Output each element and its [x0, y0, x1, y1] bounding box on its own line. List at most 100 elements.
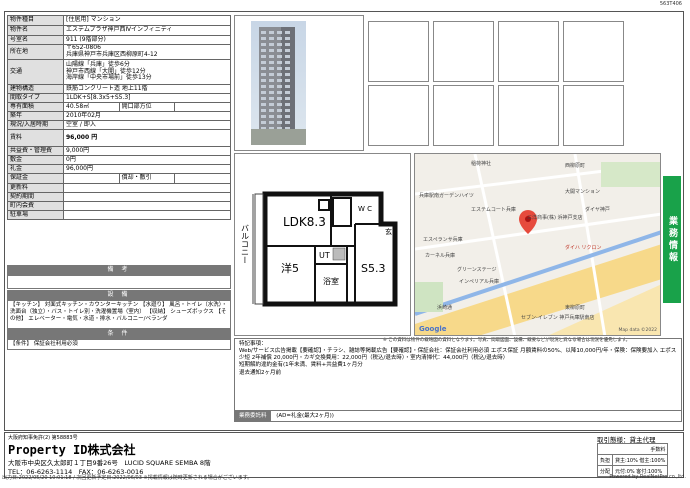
wc-label: W C	[358, 205, 372, 213]
row-label: 礼金	[7, 164, 64, 174]
storage-room-label: S5.3	[361, 262, 385, 275]
google-logo: Google	[419, 325, 447, 333]
agent-fee-label: 業務委託料	[235, 411, 271, 421]
row-value	[63, 192, 231, 202]
powered-by: Powered by RealNetPro co.,ltd.	[609, 474, 686, 480]
entrance-label: 玄	[385, 227, 392, 236]
building-image	[251, 27, 306, 145]
photo-thumbnail[interactable]	[433, 21, 494, 82]
row-value: 911 (9階部分)	[63, 35, 231, 45]
fee-table: 手数料 負担 貸主:10% 借主:100% 分配 元付:0% 客付:100%	[596, 443, 669, 477]
conditions-header: 条 件	[7, 329, 231, 339]
company-footer: 大阪府知事免許(2) 第58883号 Property ID株式会社 大阪市中央…	[4, 432, 684, 478]
row-label: 交通	[7, 59, 64, 85]
row-label: 更新料	[7, 183, 64, 193]
map-place-label: エスペランサ兵庫	[423, 237, 463, 243]
row-label: 号室名	[7, 35, 64, 45]
business-info-tab[interactable]: 業務情報	[663, 176, 681, 303]
row-value-2	[174, 102, 231, 112]
row-value: 0円	[63, 155, 231, 165]
photo-thumbnail[interactable]	[498, 21, 559, 82]
row-label: 保証金	[7, 173, 64, 184]
row-label: 共益費・管理費	[7, 146, 64, 156]
row-value: 9,000円	[63, 146, 231, 156]
utility-label: UT	[319, 251, 330, 260]
photo-thumbnail[interactable]	[433, 85, 494, 146]
row-label: 現況/入居時期	[7, 120, 64, 130]
document-code: 563T406	[659, 1, 682, 7]
property-row: 保証金 償却・敷引	[7, 173, 231, 184]
row-label: 築年	[7, 111, 64, 121]
map-place-label: インペリアル兵庫	[459, 279, 499, 285]
row-label: 建物構造	[7, 84, 64, 94]
agent-fee-value: (AD=礼金(最大2ヶ月))	[276, 413, 334, 419]
row-label: 敷金	[7, 155, 64, 165]
row-value: 〒652-0806 兵庫県神戸市兵庫区西柳原町4-12	[63, 44, 231, 60]
row-value-2	[174, 173, 231, 184]
property-row: 契約期間	[7, 192, 231, 202]
property-row: 物件種目 [住居用] マンション	[7, 15, 231, 26]
map-place-label: エステムコート兵庫	[471, 207, 516, 213]
property-row: 駐車場	[7, 210, 231, 220]
row-value	[63, 173, 120, 184]
property-row: 築年 2010年02月	[7, 111, 231, 121]
row-value: エステムプラザ神戸西Ⅳインフィニティ	[63, 25, 231, 36]
property-table: 物件種目 [住居用] マンション 物件名 エステムプラザ神戸西Ⅳインフィニティ 号室名 9…	[7, 15, 231, 220]
row-value: 空室 / 即入	[63, 120, 231, 130]
row-label: 間取タイプ	[7, 93, 64, 103]
flyer-sheet: 563T406 物件種目 [住居用] マンション 物件名 エステムプラザ神戸西Ⅳインフ…	[4, 1, 684, 478]
photo-thumbnail[interactable]	[498, 85, 559, 146]
property-row: 賃料 96,000 円	[7, 129, 231, 147]
balcony-label: バルコニー	[241, 224, 250, 264]
building-photo	[251, 21, 306, 145]
map-place-label: ダイヤ神戸	[585, 207, 610, 213]
row-value	[63, 201, 231, 211]
map-place-label: 浜崎通	[437, 305, 453, 311]
map-place-label: グリーンステージ	[457, 267, 497, 273]
row-label: 町内会費	[7, 201, 64, 211]
photo-thumbnail[interactable]	[563, 85, 624, 146]
property-row: 建物構造 鉄筋コンクリート造 地上11階	[7, 84, 231, 94]
remarks-panel: 特記事項： Web/サービス広告掲載【要確認】・チラシ、雑誌等掲載広告【要確認】・…	[234, 338, 682, 422]
map-place-label: 大開マンション	[565, 189, 601, 195]
map-place-label: 東柳原町	[565, 305, 586, 311]
row-label: 駐車場	[7, 210, 64, 220]
row-label: 賃料	[7, 129, 64, 147]
photo-thumbnail[interactable]	[368, 85, 429, 146]
photo-thumbnail[interactable]	[368, 21, 429, 82]
row-value: 96,000円	[63, 164, 231, 174]
row-label: 契約期間	[7, 192, 64, 202]
row-value: 鉄筋コンクリート造 地上11階	[63, 84, 231, 94]
row-value	[63, 183, 231, 193]
ldk-label: LDK8.3	[283, 215, 326, 229]
license-number: 大阪府知事免許(2) 第58883号	[8, 435, 78, 441]
map-place-label: 稲荷神社	[471, 161, 492, 167]
map-place-label: 兵庫駅南ガーデンハイツ	[419, 193, 474, 199]
map-credit: Map data ©2022	[618, 328, 657, 333]
photo-thumbnail[interactable]	[563, 21, 624, 82]
map-place-label: セブン-イレブン 神戸兵庫駅南店	[521, 315, 595, 321]
row-value	[63, 210, 231, 220]
western-room-label: 洋5	[281, 261, 299, 275]
fee-label: 手数料	[596, 443, 669, 455]
remarks-box	[7, 275, 231, 289]
row-label-2: 開口部方位	[118, 102, 176, 112]
row-label-2: 償却・敷引	[118, 173, 176, 184]
property-row: 号室名 911 (9階部分)	[7, 35, 231, 45]
row-value: 2010年02月	[63, 111, 231, 121]
company-name: Property ID株式会社	[8, 443, 136, 457]
special-notes-label: 特記事項：	[239, 341, 267, 347]
map-place-label: ダイハ リクロン	[565, 245, 602, 251]
special-notes: 特記事項： Web/サービス広告掲載【要確認】・チラシ、雑誌等掲載広告【要確認】・…	[235, 339, 681, 379]
special-notes-text: Web/サービス広告掲載【要確認】・チラシ、雑誌等掲載広告【要確認】・保証会社：…	[239, 348, 677, 376]
location-map[interactable]: 稲荷神社 西柳原町 兵庫駅南ガーデンハイツ エステムコート兵庫 大開マンション エスペラン…	[414, 153, 661, 336]
floor-plan: LDK8.3 W C 洋5 UT 浴室 S5.3 玄 バルコニー	[234, 153, 411, 336]
property-row: 共益費・管理費 9,000円	[7, 146, 231, 156]
property-row: 礼金 96,000円	[7, 164, 231, 174]
property-row: 町内会費	[7, 201, 231, 211]
property-row: 更新料	[7, 183, 231, 193]
equipment-text: 【キッチン】 対面式キッチン・カウンターキッチン 【水廻り】 風呂・トイレ（水洗…	[7, 300, 231, 329]
row-label: 物件種目	[7, 15, 64, 26]
row-value: 40.58㎡	[63, 102, 120, 112]
row-value: 1LDK+S[8.3x5+S5.3]	[63, 93, 231, 103]
